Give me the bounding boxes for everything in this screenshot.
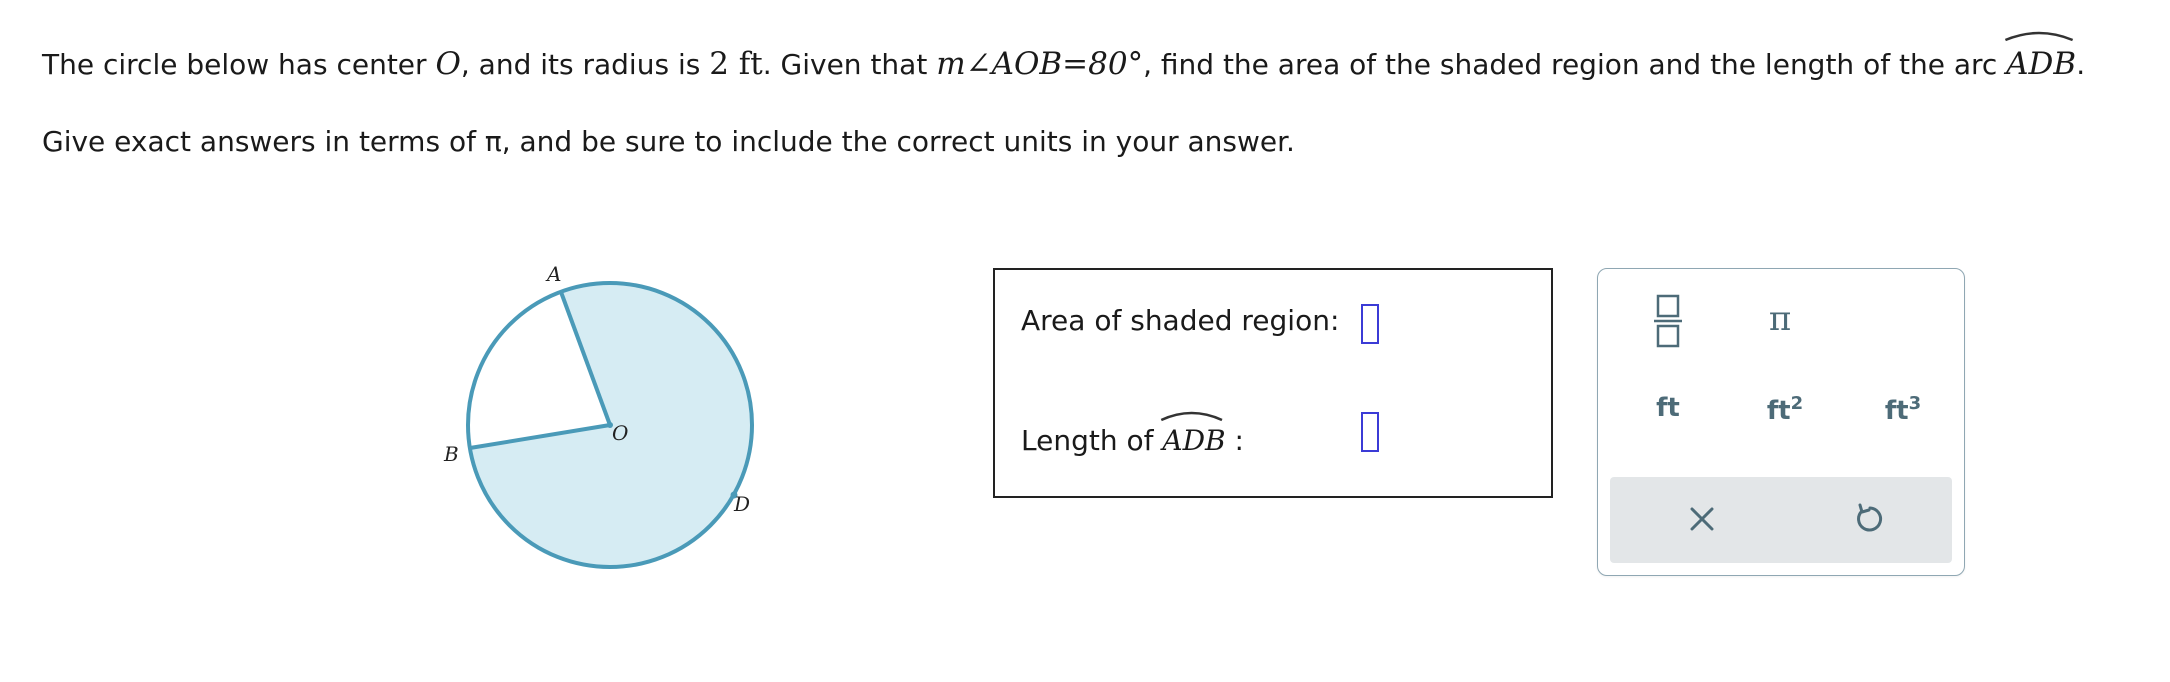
fraction-button[interactable] — [1650, 293, 1686, 349]
radius-value: 2 ft — [709, 46, 763, 82]
question-text: . — [2076, 48, 2086, 81]
length-input[interactable] — [1361, 412, 1379, 452]
area-input[interactable] — [1361, 304, 1379, 344]
pi-button[interactable]: π — [1750, 299, 1810, 339]
length-arc-label: ADB — [1162, 424, 1226, 457]
arc-notation: ADB — [1162, 424, 1226, 457]
ft-cubed-button[interactable]: ft3 — [1868, 393, 1938, 426]
arc-symbol-icon — [2004, 26, 2074, 42]
question-text: , and its radius is — [460, 48, 710, 81]
length-label-text: Length of — [1021, 424, 1163, 457]
close-icon — [1690, 507, 1714, 531]
math-keypad: π ft ft2 ft3 — [1597, 268, 1965, 576]
point-b-label: B — [443, 442, 459, 466]
ft3-exponent: 3 — [1908, 393, 1922, 414]
question-text: The circle below has center — [42, 48, 436, 81]
ft-button[interactable]: ft — [1638, 393, 1698, 423]
ft2-exponent: 2 — [1790, 393, 1804, 414]
question-text: . Given that — [762, 48, 937, 81]
arc-label: ADB — [2006, 46, 2077, 82]
length-suffix: : — [1225, 424, 1244, 457]
question-line-1: The circle below has center O, and its r… — [42, 44, 2085, 85]
clear-button[interactable] — [1680, 497, 1724, 541]
point-a-label: A — [545, 262, 561, 286]
arc-notation: ADB — [2006, 44, 2076, 85]
circle-diagram: A B O D — [443, 262, 754, 569]
arc-symbol-icon — [1160, 406, 1223, 422]
undo-icon — [1857, 503, 1883, 532]
point-o-label: O — [612, 421, 628, 445]
ft3-base: ft — [1884, 396, 1909, 426]
fraction-icon — [1654, 294, 1682, 348]
angle-expression: m∠AOB=80° — [936, 46, 1144, 82]
center-label: O — [435, 46, 461, 82]
answer-panel: Area of shaded region: Length of ADB : — [993, 268, 1553, 498]
area-label: Area of shaded region: — [1021, 304, 1340, 337]
undo-button[interactable] — [1848, 497, 1892, 541]
length-label: Length of ADB : — [1021, 424, 1244, 457]
ft-squared-button[interactable]: ft2 — [1750, 393, 1820, 426]
question-line-2: Give exact answers in terms of π, and be… — [42, 125, 1295, 158]
point-d-label: D — [733, 492, 750, 516]
keypad-action-bar — [1610, 477, 1952, 563]
ft2-base: ft — [1766, 396, 1791, 426]
question-text: , find the area of the shaded region and… — [1143, 48, 2007, 81]
